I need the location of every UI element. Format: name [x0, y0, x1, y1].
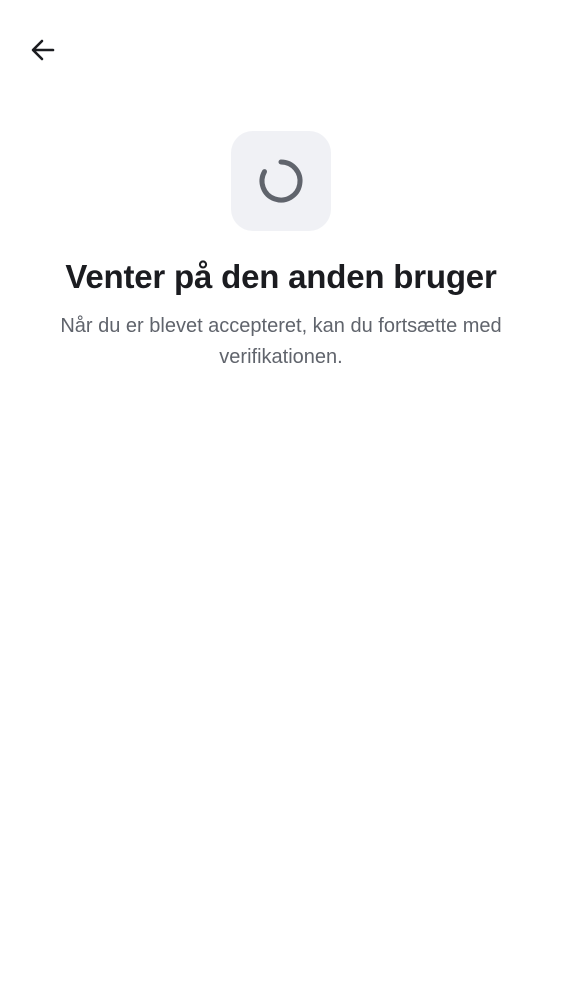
arrow-left-icon	[31, 39, 55, 61]
waiting-screen: Venter på den anden bruger Når du er ble…	[0, 0, 562, 1000]
status-icon-container	[231, 131, 331, 231]
loading-spinner-icon	[259, 159, 303, 203]
back-button[interactable]	[23, 30, 63, 70]
page-subtitle: Når du er blevet accepteret, kan du fort…	[60, 315, 502, 368]
page-title: Venter på den anden bruger	[65, 258, 497, 295]
